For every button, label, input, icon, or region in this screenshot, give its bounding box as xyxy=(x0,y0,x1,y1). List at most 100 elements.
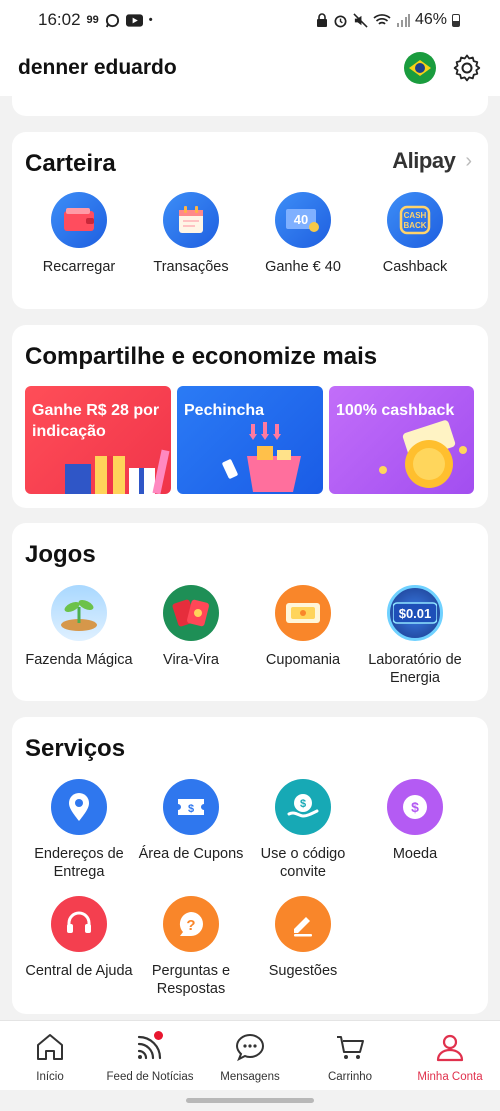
game-fazenda-magica[interactable]: Fazenda Mágica xyxy=(23,585,135,669)
nav-mensagens[interactable]: Mensagens xyxy=(200,1021,300,1090)
wallet-item-ganhe-40[interactable]: 40 Ganhe € 40 xyxy=(247,192,359,276)
services-card: Serviços Endereços de Entrega $ Área de … xyxy=(12,717,488,1014)
battery-percent: 46% xyxy=(414,11,447,28)
pencil-icon xyxy=(275,896,331,952)
service-moeda[interactable]: $ Moeda xyxy=(359,779,471,863)
brazil-flag-icon[interactable] xyxy=(404,52,436,84)
games-card: Jogos Fazenda Mágica Vira-Vira Cupomania… xyxy=(12,523,488,701)
nav-label: Carrinho xyxy=(327,1071,373,1083)
service-enderecos[interactable]: Endereços de Entrega xyxy=(23,779,135,881)
mute-icon xyxy=(353,12,368,28)
promo-cashback[interactable]: 100% cashback xyxy=(329,386,474,494)
gear-icon[interactable] xyxy=(452,53,482,83)
bottom-nav: Início Feed de Notícias Mensagens Carrin… xyxy=(0,1020,500,1090)
alipay-brand: Alipay xyxy=(392,148,456,173)
service-perguntas[interactable]: ? Perguntas e Respostas xyxy=(135,896,247,998)
wifi-icon xyxy=(373,14,391,25)
cards-icon xyxy=(163,585,219,641)
game-laboratorio-energia[interactable]: $0.01 Laboratório de Energia xyxy=(359,585,471,687)
svg-text:CASH: CASH xyxy=(404,211,427,220)
game-vira-vira[interactable]: Vira-Vira xyxy=(135,585,247,669)
wallet-item-transacoes[interactable]: Transações xyxy=(135,192,247,276)
account-header: denner eduardo xyxy=(0,40,500,96)
energy-lab-badge: $0.01 xyxy=(399,606,432,621)
service-label: Central de Ajuda xyxy=(25,963,133,979)
energy-lab-icon: $0.01 xyxy=(387,585,443,641)
youtube-icon xyxy=(125,13,143,27)
notification-count-icon: 99 xyxy=(86,14,99,26)
home-icon xyxy=(37,1034,63,1060)
coupon-40-badge: 40 xyxy=(294,212,308,227)
wallet-title: Carteira xyxy=(25,150,116,177)
svg-text:BACK: BACK xyxy=(403,221,426,230)
coupon-icon xyxy=(275,585,331,641)
promo-referral[interactable]: Ganhe R$ 28 por indicação xyxy=(25,386,171,494)
share-card: Compartilhe e economize mais Ganhe R$ 28… xyxy=(12,325,488,508)
svg-text:$: $ xyxy=(411,799,419,815)
home-indicator[interactable] xyxy=(186,1098,314,1103)
games-title: Jogos xyxy=(25,541,96,568)
gold-coin-icon xyxy=(379,420,467,488)
game-label: Fazenda Mágica xyxy=(25,652,133,668)
services-title: Serviços xyxy=(25,735,126,762)
user-name[interactable]: denner eduardo xyxy=(18,56,177,80)
signal-icon xyxy=(396,14,410,27)
service-central-ajuda[interactable]: Central de Ajuda xyxy=(23,896,135,980)
nav-minha-conta[interactable]: Minha Conta xyxy=(400,1021,500,1090)
alarm-icon xyxy=(334,14,347,27)
wallet-item-recarregar[interactable]: Recarregar xyxy=(23,192,135,276)
nav-inicio[interactable]: Início xyxy=(0,1021,100,1090)
alipay-link[interactable]: Alipay › xyxy=(392,148,472,174)
service-label: Endereços de Entrega xyxy=(34,846,124,880)
game-label: Cupomania xyxy=(265,652,341,668)
invite-code-icon: $ xyxy=(275,779,331,835)
gifts-icon xyxy=(65,449,170,494)
wallet-item-label: Ganhe € 40 xyxy=(265,259,341,275)
more-notifications-dot: • xyxy=(148,14,153,26)
nav-label: Início xyxy=(36,1071,64,1083)
question-icon: ? xyxy=(163,896,219,952)
chat-icon xyxy=(235,1033,265,1062)
promo-cashback-label: 100% cashback xyxy=(336,402,455,419)
wallet-card: Carteira Alipay › Recarregar Transações … xyxy=(12,132,488,309)
service-label: Use o código convite xyxy=(260,846,346,880)
nav-feed[interactable]: Feed de Notícias xyxy=(100,1021,200,1090)
promo-bargain[interactable]: Pechincha xyxy=(177,386,323,494)
game-label: Laboratório de Energia xyxy=(368,652,462,686)
headset-icon xyxy=(51,896,107,952)
promo-bargain-label: Pechincha xyxy=(184,402,265,419)
location-pin-icon xyxy=(51,779,107,835)
bargain-cart-icon xyxy=(222,422,301,492)
battery-icon xyxy=(452,13,460,27)
service-codigo-convite[interactable]: $ Use o código convite xyxy=(247,779,359,881)
coupon-40-icon: 40 xyxy=(275,192,331,248)
service-label: Moeda xyxy=(392,846,438,862)
game-label: Vira-Vira xyxy=(163,652,219,668)
ticket-icon: $ xyxy=(163,779,219,835)
calendar-icon xyxy=(163,192,219,248)
share-title: Compartilhe e economize mais xyxy=(25,343,378,370)
farm-icon xyxy=(51,585,107,641)
user-icon xyxy=(436,1034,464,1062)
currency-icon: $ xyxy=(387,779,443,835)
svg-text:?: ? xyxy=(186,917,195,934)
service-sugestoes[interactable]: Sugestões xyxy=(247,896,359,980)
chevron-right-icon: › xyxy=(465,149,472,172)
nav-label: Feed de Notícias xyxy=(106,1071,194,1083)
service-label: Área de Cupons xyxy=(138,846,244,862)
service-label: Sugestões xyxy=(268,963,338,979)
nav-label: Minha Conta xyxy=(417,1071,483,1083)
wallet-item-cashback[interactable]: CASH BACK Cashback xyxy=(359,192,471,276)
previous-card-bottom xyxy=(12,92,488,116)
service-label: Perguntas e Respostas xyxy=(151,963,231,997)
svg-text:$: $ xyxy=(300,798,306,810)
service-cupons[interactable]: $ Área de Cupons xyxy=(135,779,247,863)
game-cupomania[interactable]: Cupomania xyxy=(247,585,359,669)
notification-dot xyxy=(154,1031,163,1040)
status-bar: 16:02 99 • 46% xyxy=(0,0,500,40)
nav-carrinho[interactable]: Carrinho xyxy=(300,1021,400,1090)
status-time: 16:02 xyxy=(38,10,81,29)
wallet-item-label: Cashback xyxy=(382,259,448,275)
cart-icon xyxy=(337,1036,364,1059)
whatsapp-icon xyxy=(105,13,119,27)
